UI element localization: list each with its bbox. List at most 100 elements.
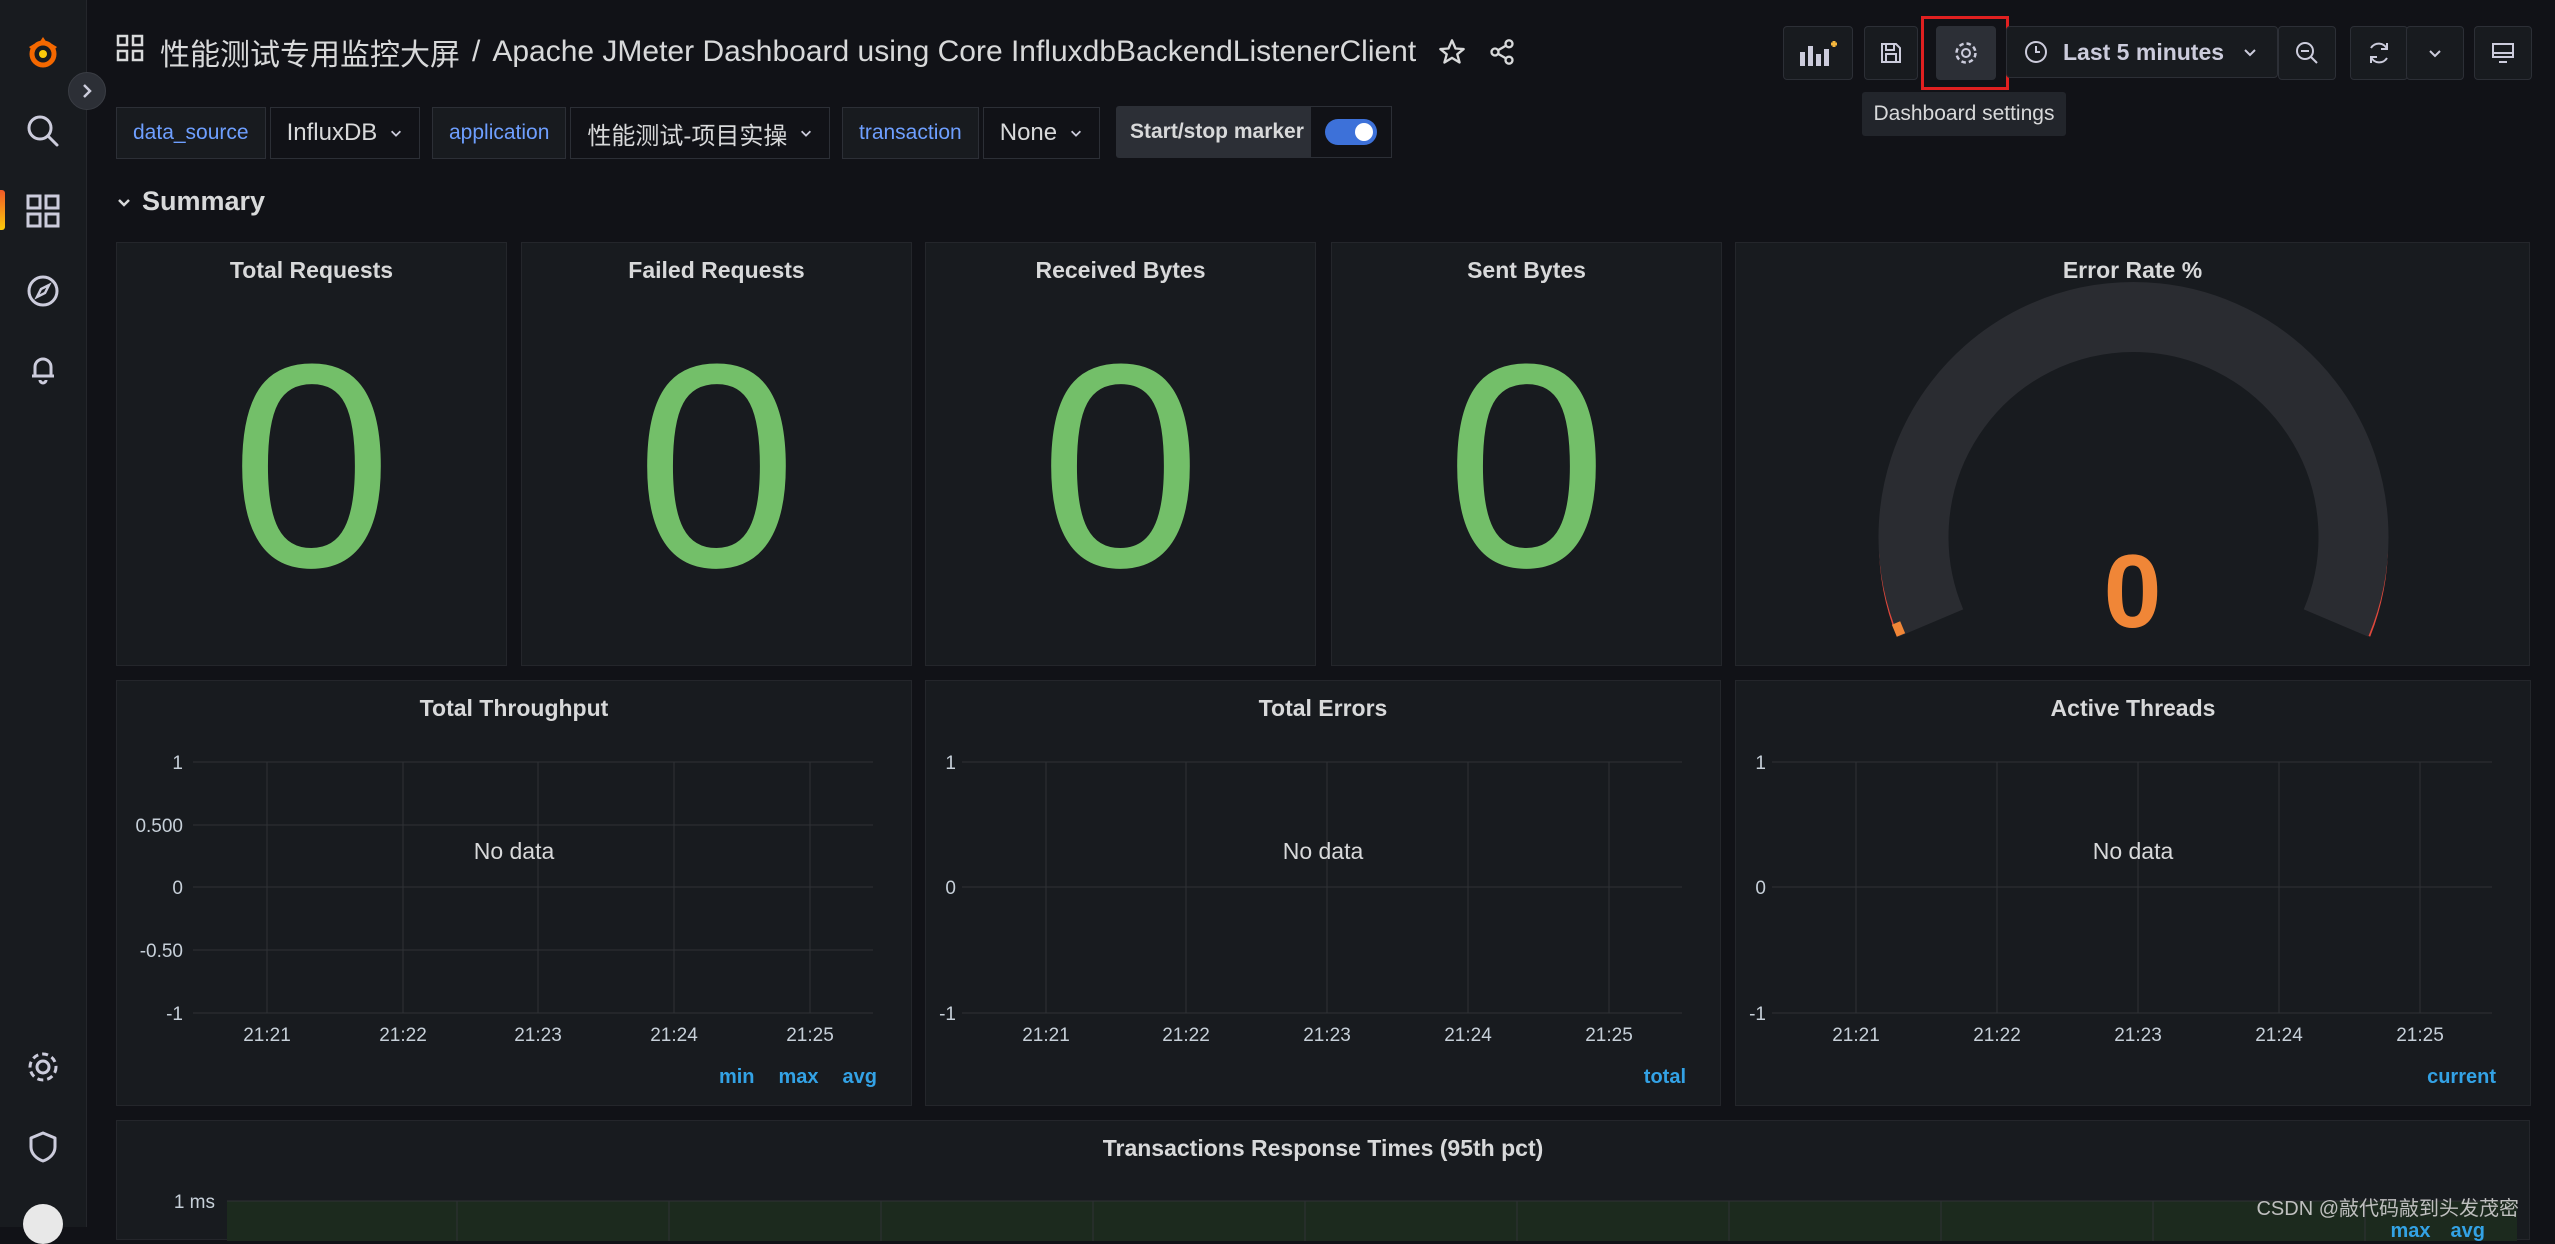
- panel-title: Received Bytes: [1035, 257, 1206, 283]
- x-tick: 21:23: [2114, 1025, 2162, 1046]
- row-title: Summary: [142, 186, 266, 216]
- variable-application: application 性能测试-项目实操: [432, 106, 831, 160]
- toggle-switch[interactable]: [1325, 119, 1377, 145]
- add-panel-button[interactable]: [1783, 26, 1853, 80]
- y-tick: 1: [1755, 753, 1766, 774]
- row-summary[interactable]: Summary: [116, 186, 265, 217]
- no-data-label: No data: [474, 838, 555, 864]
- sidebar: [0, 0, 87, 1244]
- application-select[interactable]: 性能测试-项目实操: [570, 107, 831, 159]
- legend-header: max avg: [2391, 1220, 2486, 1243]
- server-admin-shield-icon[interactable]: [20, 1124, 66, 1170]
- panel-total-requests[interactable]: Total Requests 0: [116, 242, 507, 666]
- legend-total[interactable]: total: [1644, 1066, 1686, 1089]
- grafana-logo-icon[interactable]: [20, 30, 66, 76]
- data-source-select[interactable]: InfluxDB: [269, 107, 421, 159]
- panel-total-errors[interactable]: Total Errors 1 0 -1 21:21 21:22 21:23 21…: [925, 680, 1721, 1106]
- time-picker-button[interactable]: Last 5 minutes: [2006, 26, 2278, 78]
- legend-avg[interactable]: avg: [2451, 1220, 2485, 1243]
- variable-value: None: [999, 119, 1058, 146]
- legend-min[interactable]: min: [719, 1066, 755, 1089]
- legend-header: current: [2427, 1066, 2496, 1089]
- breadcrumb-separator: /: [472, 35, 481, 68]
- breadcrumb: 性能测试专用监控大屏 / Apache JMeter Dashboard usi…: [116, 30, 1516, 74]
- dashboard-title[interactable]: Apache JMeter Dashboard using Core Influ…: [492, 35, 1416, 69]
- explore-icon[interactable]: [20, 268, 66, 314]
- clock-icon: [2025, 41, 2047, 63]
- zoom-out-icon: [2296, 42, 2318, 64]
- view-mode-button[interactable]: [2474, 26, 2532, 80]
- y-tick: 0.500: [135, 816, 183, 837]
- start-stop-marker-label: Start/stop marker: [1116, 106, 1318, 158]
- star-icon[interactable]: [1438, 38, 1466, 66]
- transaction-select[interactable]: None: [982, 107, 1101, 159]
- variable-value: InfluxDB: [286, 119, 378, 146]
- share-icon[interactable]: [1488, 38, 1516, 66]
- y-tick: 0: [1755, 878, 1766, 899]
- panel-response-times[interactable]: Transactions Response Times (95th pct) 1…: [116, 1120, 2530, 1243]
- x-tick: 21:22: [1162, 1025, 1210, 1046]
- graph-area: [227, 1201, 2517, 1241]
- legend-header: min max avg: [719, 1066, 877, 1089]
- response-times-graph: 1 ms: [174, 1192, 2517, 1241]
- variable-data-source: data_source InfluxDB: [116, 106, 421, 160]
- legend-current[interactable]: current: [2427, 1066, 2496, 1089]
- throughput-graph: 1 0.500 0 -0.50 -1 21:21 21:22 21:23 21:…: [135, 753, 873, 1046]
- y-tick: 1: [172, 753, 183, 774]
- x-tick: 21:25: [2396, 1025, 2444, 1046]
- chevron-down-icon: [1071, 130, 1082, 137]
- panel-active-threads[interactable]: Active Threads 1 0 -1 21:21 21:22 21:23 …: [1735, 680, 2531, 1106]
- active-indicator: [0, 190, 5, 230]
- y-tick: 1: [945, 753, 956, 774]
- zoom-out-button[interactable]: [2278, 26, 2336, 80]
- legend-max[interactable]: max: [779, 1066, 819, 1089]
- errors-graph: 1 0 -1 21:21 21:22 21:23 21:24 21:25 No …: [939, 753, 1682, 1046]
- dashboards-icon[interactable]: [20, 188, 66, 234]
- y-tick: 0: [172, 878, 183, 899]
- x-tick: 21:24: [2255, 1025, 2303, 1046]
- configuration-gear-icon[interactable]: [20, 1044, 66, 1090]
- alerting-bell-icon[interactable]: [20, 346, 66, 392]
- refresh-icon: [2370, 42, 2388, 64]
- refresh-interval-dropdown[interactable]: [2406, 26, 2464, 80]
- x-tick: 21:21: [243, 1025, 291, 1046]
- panel-title: Total Requests: [229, 257, 394, 283]
- expand-sidebar-button[interactable]: [68, 72, 106, 110]
- add-panel-icon: [1800, 41, 1837, 66]
- save-dashboard-button[interactable]: [1864, 26, 1918, 80]
- time-range-label: Last 5 minutes: [2063, 38, 2225, 65]
- chevron-down-icon: [801, 130, 812, 137]
- dashboard-grid-icon: [116, 34, 144, 70]
- x-tick: 21:25: [786, 1025, 834, 1046]
- highlight-annotation: [1921, 16, 2009, 90]
- chevron-down-icon: [2429, 50, 2441, 58]
- watermark: CSDN @敲代码敲到头发茂密: [2256, 1198, 2519, 1220]
- panel-error-rate[interactable]: Error Rate % 0: [1735, 242, 2530, 666]
- start-stop-marker-toggle[interactable]: [1310, 106, 1392, 158]
- no-data-label: No data: [2093, 838, 2174, 864]
- variable-value: 性能测试-项目实操: [587, 122, 788, 150]
- panel-received-bytes[interactable]: Received Bytes 0: [925, 242, 1316, 666]
- y-tick: -0.50: [140, 941, 183, 962]
- y-tick: -1: [1749, 1004, 1766, 1025]
- panel-total-throughput[interactable]: Total Throughput 1 0.500 0 -0.50 -1 21:2…: [116, 680, 912, 1106]
- stat-value: 0: [635, 304, 798, 628]
- y-tick: 0: [945, 878, 956, 899]
- search-icon[interactable]: [20, 108, 66, 154]
- stat-value: 0: [1445, 304, 1608, 628]
- variable-label: data_source: [116, 107, 266, 159]
- user-avatar[interactable]: [23, 1204, 63, 1244]
- refresh-button[interactable]: [2350, 26, 2408, 80]
- panel-failed-requests[interactable]: Failed Requests 0: [521, 242, 912, 666]
- x-tick: 21:24: [1444, 1025, 1492, 1046]
- x-tick: 21:21: [1832, 1025, 1880, 1046]
- gauge-value: 0: [2103, 534, 2162, 650]
- panel-title: Sent Bytes: [1467, 257, 1586, 283]
- legend-max[interactable]: max: [2391, 1220, 2431, 1243]
- legend-avg[interactable]: avg: [843, 1066, 877, 1089]
- panel-sent-bytes[interactable]: Sent Bytes 0: [1331, 242, 1722, 666]
- folder-link[interactable]: 性能测试专用监控大屏: [160, 30, 460, 74]
- y-tick: 1 ms: [174, 1192, 215, 1213]
- x-tick: 21:25: [1585, 1025, 1633, 1046]
- variable-label: application: [432, 107, 567, 159]
